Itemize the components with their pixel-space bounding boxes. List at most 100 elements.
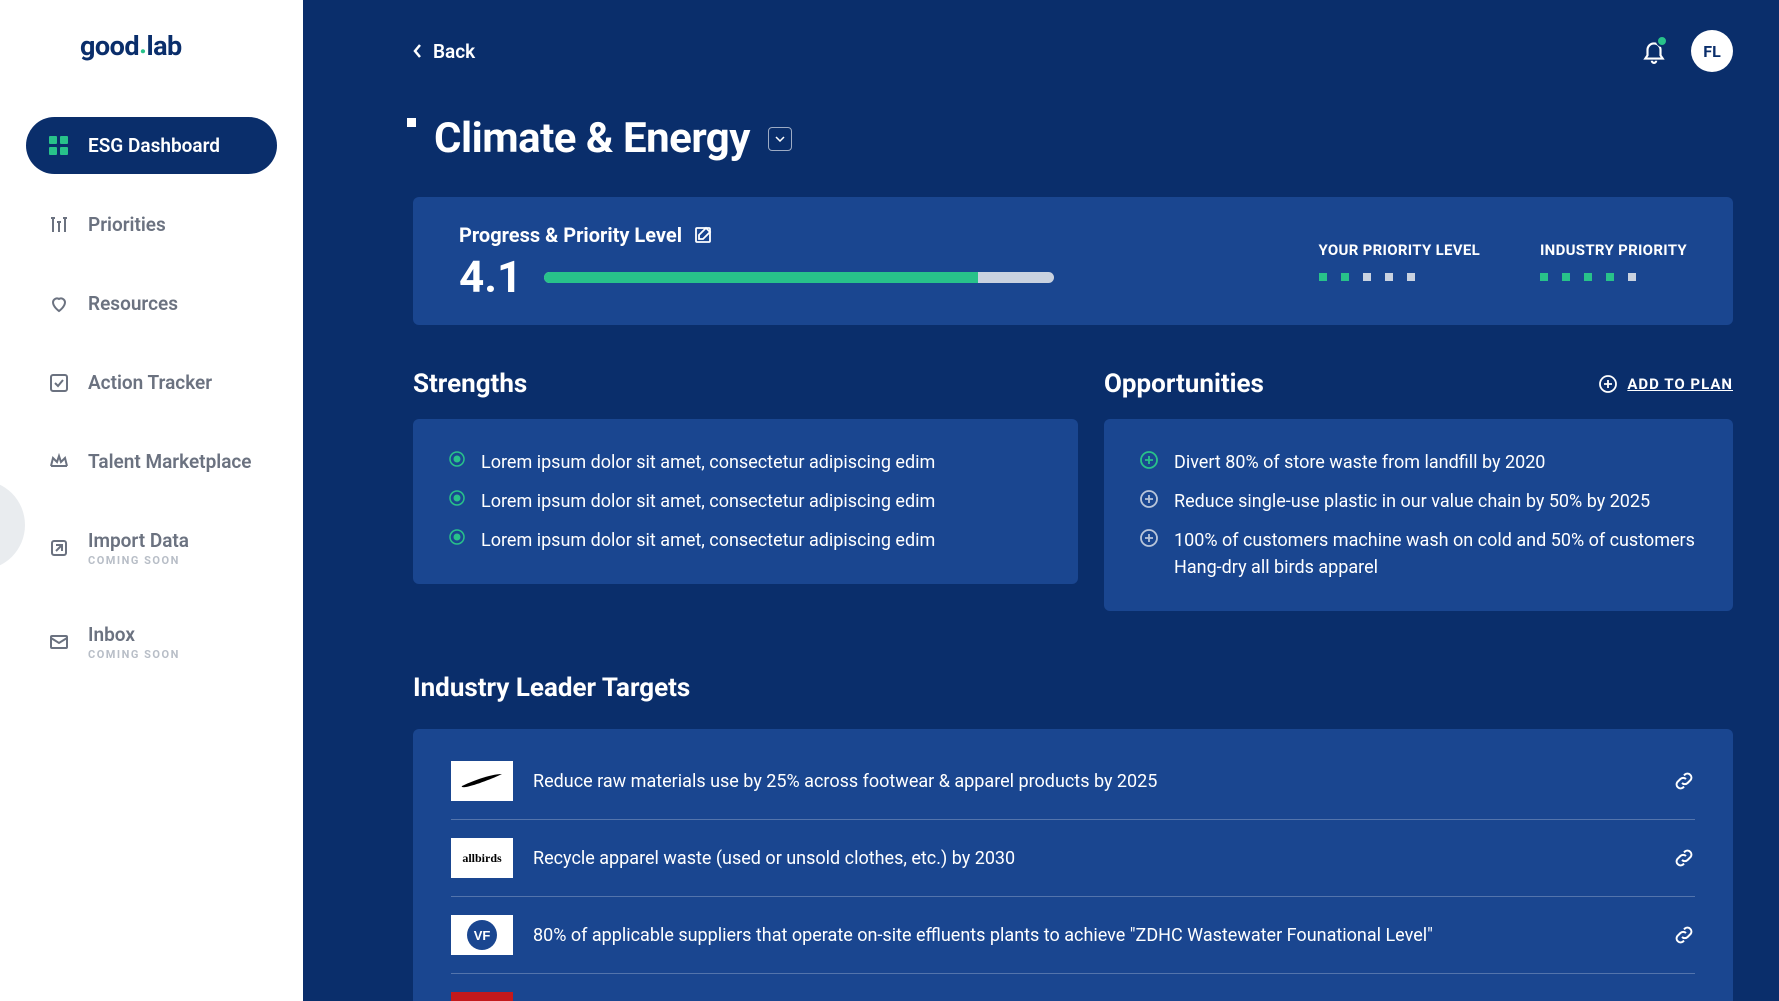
import-icon [48, 537, 70, 559]
back-button[interactable]: Back [413, 40, 475, 63]
strength-text: Lorem ipsum dolor sit amet, consectetur … [481, 449, 1042, 476]
progress-left: Progress & Priority Level 4.1 [459, 223, 1259, 299]
logo-text-2: lab [146, 30, 181, 62]
opportunities-column: Opportunities ADD TO PLAN Divert 80% of … [1104, 369, 1733, 611]
progress-fill [544, 272, 978, 283]
targets-title: Industry Leader Targets [413, 673, 1733, 703]
link-icon[interactable] [1673, 770, 1695, 792]
target-text: Recycle apparel waste (used or unsold cl… [533, 848, 1653, 869]
logo-dot: . [139, 28, 146, 60]
target-row: Reduce raw materials use by 25% across f… [451, 743, 1695, 820]
nav-label: Inbox [88, 623, 180, 646]
title-bullet [407, 118, 416, 127]
avatar[interactable]: FL [1691, 30, 1733, 72]
radio-filled-icon [449, 529, 465, 545]
nav-label: Resources [88, 292, 178, 315]
strength-text: Lorem ipsum dolor sit amet, consectetur … [481, 488, 1042, 515]
logo[interactable]: good.lab [80, 30, 303, 62]
brand-logo-levis: Levi's [451, 992, 513, 1001]
link-icon[interactable] [1673, 847, 1695, 869]
strength-text: Lorem ipsum dolor sit amet, consectetur … [481, 527, 1042, 554]
your-priority-dots [1319, 273, 1480, 281]
back-label: Back [433, 40, 475, 63]
progress-value: 4.1 [459, 255, 522, 299]
plus-circle-icon[interactable] [1140, 451, 1158, 469]
opportunity-text: Reduce single-use plastic in our value c… [1174, 488, 1697, 515]
brand-logo-vf: VF [451, 915, 513, 955]
add-to-plan-label: ADD TO PLAN [1627, 375, 1733, 393]
priorities-icon [48, 214, 70, 236]
nav: ESG Dashboard Priorities Resources Actio… [0, 117, 303, 678]
nav-label: Talent Marketplace [88, 450, 252, 473]
industry-priority-block: INDUSTRY PRIORITY [1540, 241, 1687, 281]
notifications-button[interactable] [1641, 38, 1667, 64]
coming-soon-badge: COMING SOON [88, 554, 189, 567]
radio-filled-icon [449, 490, 465, 506]
target-row: Levi's 25% reduction in product-related … [451, 974, 1695, 1001]
nav-esg-dashboard[interactable]: ESG Dashboard [26, 117, 277, 174]
nav-priorities[interactable]: Priorities [26, 196, 277, 253]
chevron-down-icon [775, 136, 785, 142]
add-to-plan-button[interactable]: ADD TO PLAN [1599, 375, 1733, 393]
radio-filled-icon [449, 451, 465, 467]
nav-label: Action Tracker [88, 371, 212, 394]
progress-bar [544, 272, 1054, 283]
link-icon[interactable] [1673, 924, 1695, 946]
notification-dot [1656, 35, 1668, 47]
edit-icon[interactable] [694, 226, 712, 244]
brand-logo-allbirds: allbirds [451, 838, 513, 878]
chevron-left-icon [413, 43, 423, 59]
target-row: allbirds Recycle apparel waste (used or … [451, 820, 1695, 897]
mail-icon [48, 631, 70, 653]
plus-circle-icon[interactable] [1140, 490, 1158, 508]
targets-list: Reduce raw materials use by 25% across f… [413, 729, 1733, 1001]
your-priority-label: YOUR PRIORITY LEVEL [1319, 241, 1480, 259]
nav-label: ESG Dashboard [88, 134, 220, 157]
industry-priority-label: INDUSTRY PRIORITY [1540, 241, 1687, 259]
avatar-initials: FL [1703, 42, 1720, 61]
strength-item: Lorem ipsum dolor sit amet, consectetur … [449, 449, 1042, 476]
title-row: Climate & Energy [407, 114, 1733, 163]
nav-import-data[interactable]: Import Data COMING SOON [26, 512, 277, 584]
header-icons: FL [1641, 30, 1733, 72]
opportunities-title: Opportunities [1104, 369, 1264, 399]
dashboard-icon [48, 135, 70, 157]
opportunity-text: Divert 80% of store waste from landfill … [1174, 449, 1697, 476]
progress-label: Progress & Priority Level [459, 223, 682, 247]
nav-label: Priorities [88, 213, 166, 236]
your-priority-block: YOUR PRIORITY LEVEL [1319, 241, 1480, 281]
nav-label: Import Data [88, 529, 189, 552]
page-title: Climate & Energy [434, 114, 750, 163]
strength-item: Lorem ipsum dolor sit amet, consectetur … [449, 527, 1042, 554]
opportunities-card: Divert 80% of store waste from landfill … [1104, 419, 1733, 611]
nav-action-tracker[interactable]: Action Tracker [26, 354, 277, 411]
heart-icon [48, 293, 70, 315]
strengths-column: Strengths Lorem ipsum dolor sit amet, co… [413, 369, 1078, 611]
strengths-title: Strengths [413, 369, 527, 399]
brand-logo-nike [451, 761, 513, 801]
target-text: 80% of applicable suppliers that operate… [533, 925, 1653, 946]
coming-soon-badge: COMING SOON [88, 648, 180, 661]
plus-circle-icon [1599, 375, 1617, 393]
strength-item: Lorem ipsum dolor sit amet, consectetur … [449, 488, 1042, 515]
opportunity-item: 100% of customers machine wash on cold a… [1140, 527, 1697, 581]
svg-text:VF: VF [474, 928, 491, 943]
sidebar: good.lab ESG Dashboard Priorities Resour… [0, 0, 303, 1001]
nav-talent-marketplace[interactable]: Talent Marketplace [26, 433, 277, 490]
title-dropdown[interactable] [768, 127, 792, 151]
opportunity-text: 100% of customers machine wash on cold a… [1174, 527, 1697, 581]
industry-priority-dots [1540, 273, 1687, 281]
opportunity-item: Reduce single-use plastic in our value c… [1140, 488, 1697, 515]
crown-icon [48, 451, 70, 473]
logo-text-1: good [80, 30, 139, 62]
opportunity-item: Divert 80% of store waste from landfill … [1140, 449, 1697, 476]
two-col: Strengths Lorem ipsum dolor sit amet, co… [413, 369, 1733, 611]
main-content: Back FL Climate & Energy Progress & Prio… [303, 0, 1779, 1001]
plus-circle-icon[interactable] [1140, 529, 1158, 547]
strengths-card: Lorem ipsum dolor sit amet, consectetur … [413, 419, 1078, 584]
check-square-icon [48, 372, 70, 394]
nav-resources[interactable]: Resources [26, 275, 277, 332]
nav-inbox[interactable]: Inbox COMING SOON [26, 606, 277, 678]
header-row: Back FL [413, 30, 1733, 72]
target-text: Reduce raw materials use by 25% across f… [533, 771, 1653, 792]
